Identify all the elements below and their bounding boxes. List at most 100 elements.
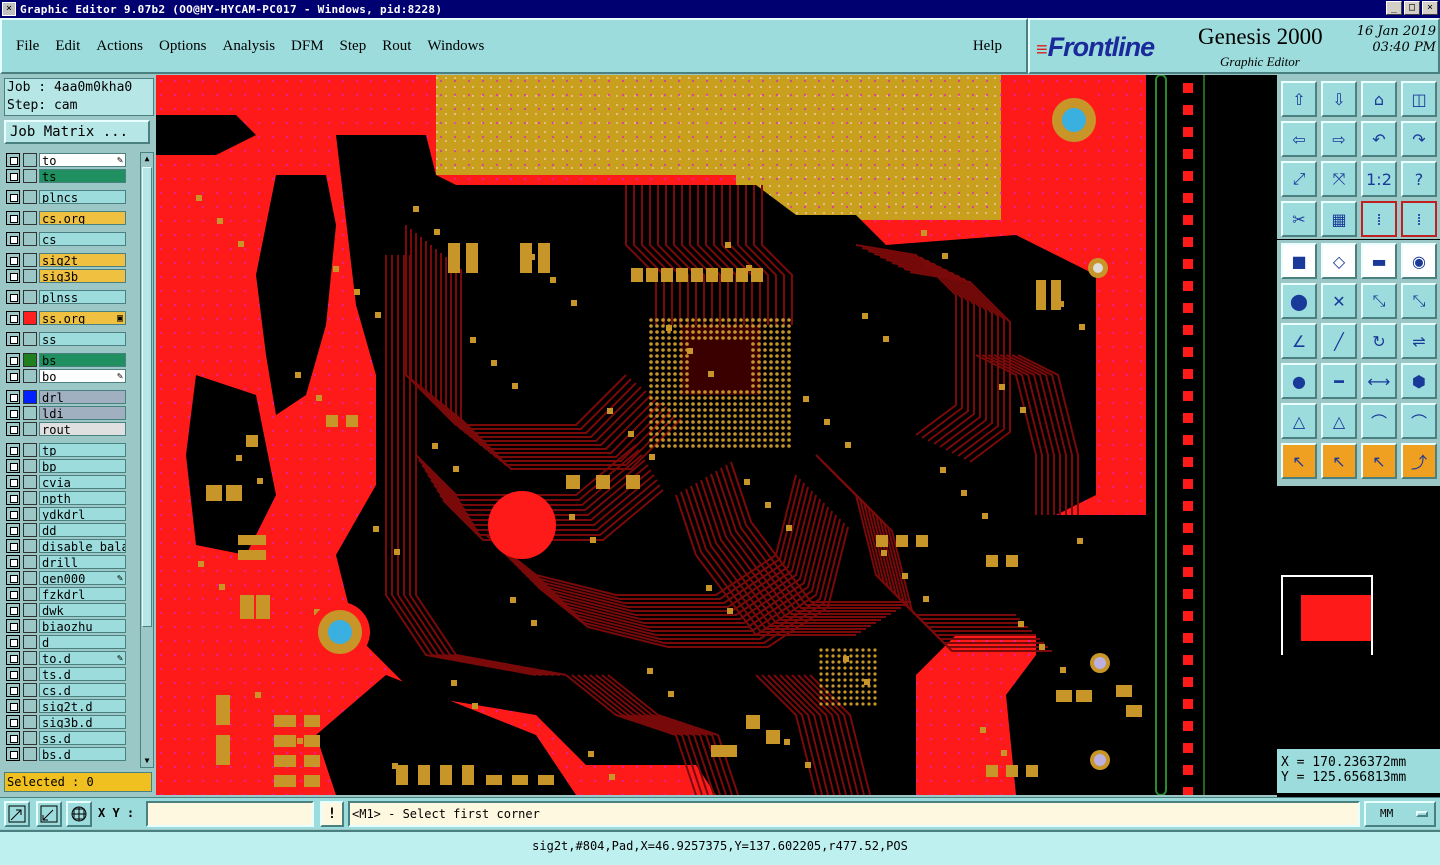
layer-checkbox[interactable] — [6, 651, 20, 665]
layer-name[interactable]: d — [39, 635, 126, 649]
layer-checkbox[interactable] — [6, 571, 20, 585]
xy-input[interactable] — [146, 801, 314, 827]
layer-name[interactable]: fzkdrl — [39, 587, 126, 601]
layer-checkbox[interactable] — [6, 523, 20, 537]
layer-color-swatch[interactable] — [23, 190, 37, 204]
layer-name[interactable]: ydkdrl — [39, 507, 126, 521]
layer-row[interactable]: sig3b — [4, 268, 126, 284]
layer-name[interactable]: dwk — [39, 603, 126, 617]
layer-row[interactable]: biaozhu — [4, 618, 126, 634]
connect-button[interactable]: ⬤ — [1281, 283, 1317, 319]
layer-checkbox[interactable] — [6, 587, 20, 601]
layer-name[interactable]: rout — [39, 422, 126, 436]
layer-color-swatch[interactable] — [23, 475, 37, 489]
zoom-down-button[interactable]: ⇩ — [1321, 81, 1357, 117]
layer-checkbox[interactable] — [6, 731, 20, 745]
layer-color-swatch[interactable] — [23, 269, 37, 283]
layer-checkbox[interactable] — [6, 635, 20, 649]
arc-cut-button[interactable]: ⌒ — [1401, 403, 1437, 439]
layer-color-swatch[interactable] — [23, 587, 37, 601]
layer-row[interactable]: cs — [4, 231, 126, 247]
layer-checkbox[interactable] — [6, 422, 20, 436]
help-button[interactable]: ? — [1401, 161, 1437, 197]
select-button[interactable]: ↖ — [1321, 443, 1357, 479]
layer-name[interactable]: plncs — [39, 190, 126, 204]
layer-color-swatch[interactable] — [23, 731, 37, 745]
layer-name[interactable]: cs — [39, 232, 126, 246]
menu-options[interactable]: Options — [151, 38, 215, 55]
ruler-button[interactable]: ▬ — [1361, 243, 1397, 279]
layer-color-swatch[interactable] — [23, 651, 37, 665]
layer-checkbox[interactable] — [6, 683, 20, 697]
layer-color-swatch[interactable] — [23, 211, 37, 225]
layer-color-swatch[interactable] — [23, 571, 37, 585]
layer-checkbox[interactable] — [6, 332, 20, 346]
layer-row[interactable]: sig2t.d — [4, 698, 126, 714]
layer-sel-a-button[interactable]: ⁞ — [1361, 201, 1397, 237]
minimize-button[interactable]: _ — [1386, 1, 1402, 15]
layer-color-swatch[interactable] — [23, 232, 37, 246]
layer-name[interactable]: bo ✎ — [39, 369, 126, 383]
layer-row[interactable]: bp — [4, 458, 126, 474]
layer-color-swatch[interactable] — [23, 311, 37, 325]
menu-help[interactable]: Help — [965, 38, 1010, 55]
layer-checkbox[interactable] — [6, 406, 20, 420]
layer-color-swatch[interactable] — [23, 406, 37, 420]
layer-color-swatch[interactable] — [23, 153, 37, 167]
layer-color-swatch[interactable] — [23, 253, 37, 267]
layer-row[interactable]: ss.d — [4, 730, 126, 746]
ratio-button[interactable]: 1:2 — [1361, 161, 1397, 197]
layer-color-swatch[interactable] — [23, 603, 37, 617]
layer-name[interactable]: sig3b — [39, 269, 126, 283]
layer-row[interactable]: d — [4, 634, 126, 650]
layer-row[interactable]: to ✎ — [4, 152, 126, 168]
scroll-down-icon[interactable]: ▼ — [141, 755, 153, 767]
layer-checkbox[interactable] — [6, 269, 20, 283]
layer-checkbox[interactable] — [6, 603, 20, 617]
layer-scrollbar[interactable]: ▲ ▼ — [140, 152, 154, 768]
layer-row[interactable]: ydkdrl — [4, 506, 126, 522]
layer-name[interactable]: to ✎ — [39, 153, 126, 167]
layer-checkbox[interactable] — [6, 539, 20, 553]
layer-name[interactable]: npth — [39, 491, 126, 505]
menu-analysis[interactable]: Analysis — [215, 38, 284, 55]
layer-name[interactable]: ss — [39, 332, 126, 346]
layer-name[interactable]: ts — [39, 169, 126, 183]
close-button[interactable]: × — [1422, 1, 1438, 15]
layer-color-swatch[interactable] — [23, 699, 37, 713]
menu-rout[interactable]: Rout — [374, 38, 419, 55]
layer-checkbox[interactable] — [6, 369, 20, 383]
menu-step[interactable]: Step — [332, 38, 375, 55]
layer-row[interactable]: ss.org ▣ — [4, 310, 126, 326]
fit-screen-button[interactable]: ⤢ — [1281, 161, 1317, 197]
layer-checkbox[interactable] — [6, 507, 20, 521]
layer-row[interactable]: ss — [4, 331, 126, 347]
layer-row[interactable]: gen000 ✎ — [4, 570, 126, 586]
zoom-fit-button[interactable] — [36, 801, 62, 827]
layer-row[interactable]: dwk — [4, 602, 126, 618]
layer-color-swatch[interactable] — [23, 523, 37, 537]
layer-row[interactable]: sig3b.d — [4, 714, 126, 730]
layer-color-swatch[interactable] — [23, 491, 37, 505]
layer-color-swatch[interactable] — [23, 353, 37, 367]
pointer-button[interactable]: ↖ — [1281, 443, 1317, 479]
layer-row[interactable]: bs — [4, 352, 126, 368]
layer-row[interactable]: plncs — [4, 189, 126, 205]
route-button[interactable]: ⤴ — [1401, 443, 1437, 479]
layer-checkbox[interactable] — [6, 390, 20, 404]
layer-checkbox[interactable] — [6, 311, 20, 325]
layer-checkbox[interactable] — [6, 475, 20, 489]
layer-checkbox[interactable] — [6, 747, 20, 761]
layer-name[interactable]: ss.org ▣ — [39, 311, 126, 325]
layer-row[interactable]: ts — [4, 168, 126, 184]
layer-checkbox[interactable] — [6, 153, 20, 167]
layer-name[interactable]: cs.d — [39, 683, 126, 697]
layer-row[interactable]: ts.d — [4, 666, 126, 682]
execute-button[interactable]: ! — [320, 801, 344, 827]
layer-row[interactable]: rout — [4, 421, 126, 437]
layer-color-swatch[interactable] — [23, 555, 37, 569]
layer-checkbox[interactable] — [6, 667, 20, 681]
layer-row[interactable]: bo ✎ — [4, 368, 126, 384]
layer-checkbox[interactable] — [6, 715, 20, 729]
zoom-home-button[interactable]: ⇧ — [1281, 81, 1317, 117]
